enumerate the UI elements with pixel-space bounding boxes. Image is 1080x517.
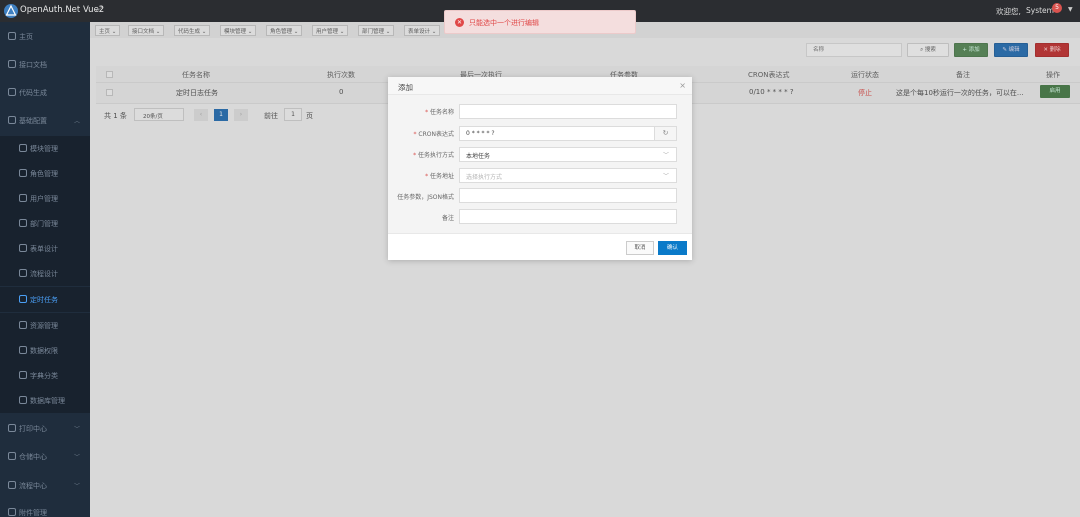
notification-badge[interactable]: 5 <box>1052 3 1062 13</box>
chevron-up-icon: ︿ <box>73 118 80 125</box>
sidebar-item-warehouse[interactable]: 仓储中心 ﹀ <box>0 444 90 469</box>
sidebar-item-home[interactable]: 主页 <box>0 24 90 49</box>
remark-input[interactable] <box>459 209 677 224</box>
sidebar-item-roles[interactable]: 角色管理 <box>0 161 90 186</box>
dialog-header: 添加 × <box>388 77 692 95</box>
database-icon <box>19 396 27 404</box>
chevron-down-icon: ﹀ <box>662 152 669 159</box>
user-menu[interactable]: System <box>1026 6 1054 15</box>
sidebar-item-data-permission[interactable]: 数据权限 <box>0 338 90 363</box>
fullscreen-icon[interactable]: ⤢ <box>96 5 102 15</box>
sidebar-item-api-docs[interactable]: 接口文档 <box>0 52 90 77</box>
sidebar-item-label: 主页 <box>19 33 33 41</box>
welcome-text: 欢迎您, <box>996 7 1021 16</box>
refresh-icon[interactable]: ↻ <box>654 127 676 140</box>
permission-icon <box>19 346 27 354</box>
settings-icon <box>8 116 16 124</box>
sidebar-item-flow-design[interactable]: 流程设计 <box>0 261 90 286</box>
sidebar-item-label: 角色管理 <box>30 170 58 178</box>
add-task-dialog: 添加 × * 任务名称 * CRON表达式 0 * * * * ? ↻ * 任务执… <box>388 77 692 260</box>
print-icon <box>8 424 16 432</box>
sidebar-item-form-design[interactable]: 表单设计 <box>0 236 90 261</box>
sidebar-item-label: 附件管理 <box>19 509 47 517</box>
sidebar-item-label: 部门管理 <box>30 220 58 228</box>
confirm-button[interactable]: 确认 <box>658 241 687 255</box>
cron-input[interactable]: 0 * * * * ? ↻ <box>459 126 677 141</box>
chevron-down-icon[interactable]: ▼ <box>1068 6 1073 13</box>
sidebar-item-label: 流程设计 <box>30 270 58 278</box>
sidebar-item-label: 资源管理 <box>30 322 58 330</box>
sidebar-item-label: 表单设计 <box>30 245 58 253</box>
resource-icon <box>19 321 27 329</box>
form-icon <box>19 244 27 252</box>
exec-mode-select[interactable]: 本地任务 ﹀ <box>459 147 677 162</box>
sidebar-item-label: 基础配置 <box>19 117 47 125</box>
sidebar-item-label: 模块管理 <box>30 145 58 153</box>
workflow-icon <box>8 481 16 489</box>
code-icon <box>8 88 16 96</box>
app-logo-icon <box>4 4 18 18</box>
sidebar-item-label: 定时任务 <box>30 296 58 304</box>
sidebar-item-workflow[interactable]: 流程中心 ﹀ <box>0 473 90 498</box>
sidebar-item-label: 接口文档 <box>19 61 47 69</box>
home-icon <box>8 32 16 40</box>
task-address-select[interactable]: 选择执行方式 ﹀ <box>459 168 677 183</box>
sidebar-item-dictionary[interactable]: 字典分类 <box>0 363 90 388</box>
sidebar-item-label: 用户管理 <box>30 195 58 203</box>
dictionary-icon <box>19 371 27 379</box>
sidebar-item-users[interactable]: 用户管理 <box>0 186 90 211</box>
chevron-down-icon: ﹀ <box>662 173 669 180</box>
sidebar-item-print-center[interactable]: 打印中心 ﹀ <box>0 416 90 441</box>
sidebar-item-label: 仓储中心 <box>19 453 47 461</box>
sidebar-item-database[interactable]: 数据库管理 <box>0 388 90 413</box>
exec-mode-label: * 任务执行方式 <box>413 152 454 159</box>
chevron-down-icon: ﹀ <box>73 426 80 433</box>
attachment-icon <box>8 508 16 516</box>
sidebar-item-attachments[interactable]: 附件管理 <box>0 500 90 517</box>
cancel-button[interactable]: 取消 <box>626 241 654 255</box>
role-icon <box>19 169 27 177</box>
cron-label: * CRON表达式 <box>413 131 455 138</box>
error-toast: ✕ 只能选中一个进行编辑 <box>444 10 636 34</box>
dialog-title: 添加 <box>398 83 413 92</box>
sidebar-item-departments[interactable]: 部门管理 <box>0 211 90 236</box>
sidebar-item-codegen[interactable]: 代码生成 <box>0 80 90 105</box>
sidebar: 主页 接口文档 代码生成 基础配置 ︿ 模块管理 角色管理 用户管理 部门管理 表… <box>0 22 90 517</box>
error-icon: ✕ <box>455 18 464 27</box>
sidebar-item-label: 打印中心 <box>19 425 47 433</box>
task-params-label: 任务参数，JSON格式 <box>397 194 454 201</box>
task-address-label: * 任务地址 <box>425 173 454 180</box>
sidebar-item-label: 流程中心 <box>19 482 47 490</box>
dept-icon <box>19 219 27 227</box>
chevron-down-icon: ﹀ <box>73 454 80 461</box>
sidebar-item-label: 字典分类 <box>30 372 58 380</box>
task-name-input[interactable] <box>459 104 677 119</box>
sidebar-item-modules[interactable]: 模块管理 <box>0 136 90 161</box>
dialog-body: * 任务名称 * CRON表达式 0 * * * * ? ↻ * 任务执行方式 本… <box>388 95 692 233</box>
doc-icon <box>8 60 16 68</box>
remark-label: 备注 <box>441 215 454 222</box>
close-icon[interactable]: × <box>679 81 686 90</box>
app-title: OpenAuth.Net Vue2 <box>20 5 105 15</box>
timer-icon <box>19 295 27 303</box>
module-icon <box>19 144 27 152</box>
chevron-down-icon: ﹀ <box>73 483 80 490</box>
sidebar-item-basic-config[interactable]: 基础配置 ︿ <box>0 108 90 133</box>
sidebar-item-label: 数据权限 <box>30 347 58 355</box>
warehouse-icon <box>8 452 16 460</box>
user-icon <box>19 194 27 202</box>
dialog-footer: 取消 确认 <box>388 233 692 260</box>
sidebar-item-label: 数据库管理 <box>30 397 65 405</box>
task-params-input[interactable] <box>459 188 677 203</box>
task-name-label: * 任务名称 <box>425 109 454 116</box>
toast-message: 只能选中一个进行编辑 <box>469 19 539 27</box>
sidebar-item-scheduled-tasks[interactable]: 定时任务 <box>0 287 90 312</box>
sidebar-item-resources[interactable]: 资源管理 <box>0 313 90 338</box>
flow-icon <box>19 269 27 277</box>
sidebar-item-label: 代码生成 <box>19 89 47 97</box>
